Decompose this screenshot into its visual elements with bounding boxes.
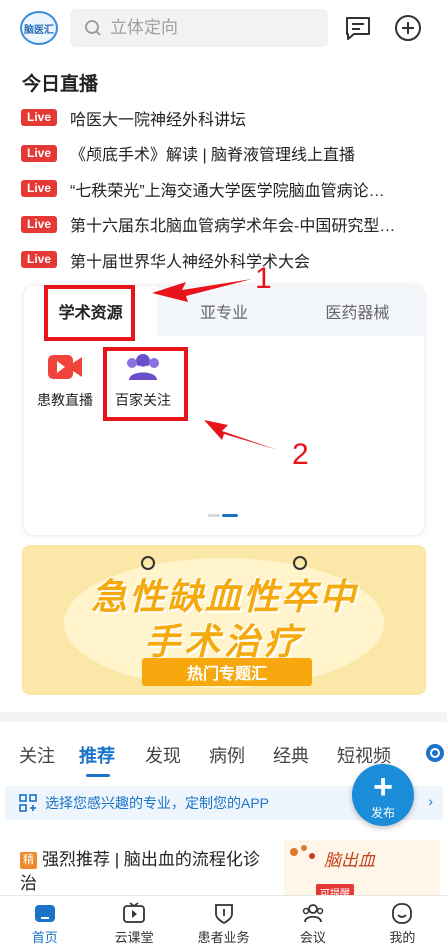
banner-tag: 热门专题汇: [142, 658, 312, 686]
annotation-number-2: 2: [292, 438, 309, 471]
tab-classic[interactable]: 经典: [273, 742, 309, 768]
grid-icon: [19, 794, 37, 812]
thumbnail-text: 脑出血: [324, 851, 375, 870]
nav-patient-business[interactable]: 患者业务: [179, 896, 268, 949]
nav-cloud-class[interactable]: 云课堂: [89, 896, 178, 949]
article-card[interactable]: 精 强烈推荐 | 脑出血的流程化诊治 脑出血 可提醒: [0, 838, 447, 900]
nav-label: 云课堂: [114, 930, 154, 945]
topic-banner[interactable]: 急性缺血性卒中 手术治疗 热门专题汇: [22, 545, 426, 695]
home-icon: [34, 905, 55, 922]
bottom-nav: 首页 云课堂 患者业务 会议 我的: [0, 895, 447, 949]
flower-decoration: [290, 845, 315, 859]
nav-label: 首页: [31, 930, 58, 945]
nav-label: 我的: [389, 930, 416, 945]
nav-label: 患者业务: [197, 930, 250, 945]
article-thumbnail: 脑出血 可提醒: [284, 840, 440, 900]
active-tab-indicator: [86, 774, 110, 777]
tab-recommend[interactable]: 推荐: [79, 742, 115, 768]
more-channels-icon[interactable]: [425, 742, 445, 764]
nav-profile[interactable]: 我的: [358, 896, 447, 949]
annotation-number-1: 1: [255, 262, 272, 295]
chevron-right-icon: ›: [428, 793, 433, 809]
section-divider: [0, 712, 447, 722]
tab-discover[interactable]: 发现: [145, 742, 181, 768]
nav-label: 会议: [299, 930, 326, 945]
customize-text: 选择您感兴趣的专业，定制您的APP: [45, 795, 270, 811]
tv-play-icon: [123, 902, 146, 923]
plus-icon: +: [373, 768, 393, 806]
shield-icon: [214, 904, 233, 924]
publish-fab[interactable]: + 发布: [352, 764, 414, 826]
tab-follow[interactable]: 关注: [19, 742, 55, 768]
nav-home[interactable]: 首页: [0, 896, 89, 949]
group-icon: [302, 904, 324, 923]
smile-face-icon: [392, 903, 413, 924]
nav-meeting[interactable]: 会议: [268, 896, 357, 949]
article-title: 强烈推荐 | 脑出血的流程化诊治: [20, 850, 260, 893]
tab-cases[interactable]: 病例: [209, 742, 245, 768]
publish-label: 发布: [370, 806, 395, 820]
